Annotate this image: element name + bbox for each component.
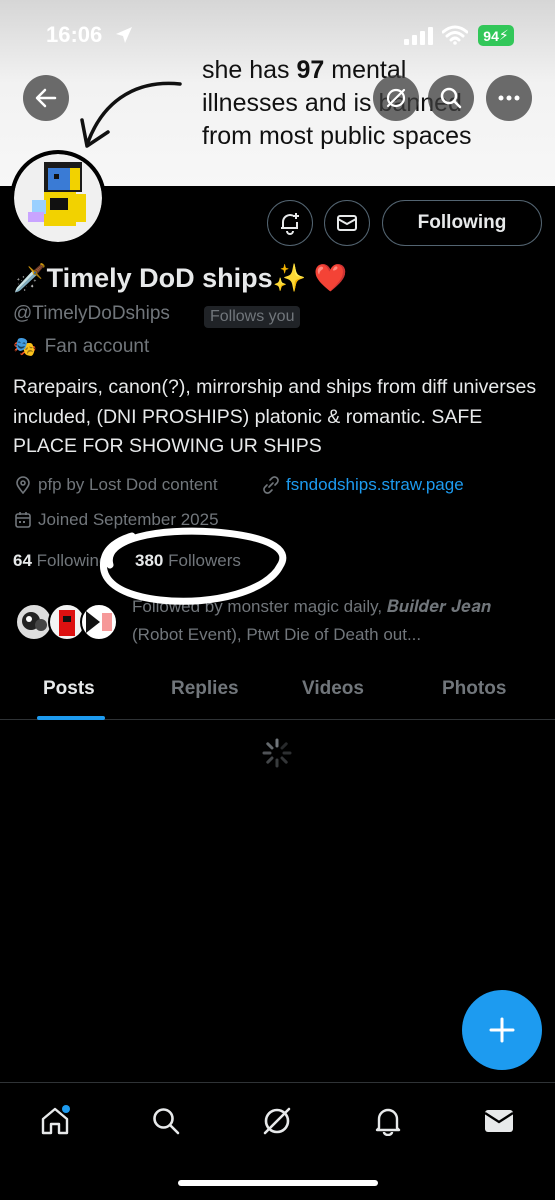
- nav-grok[interactable]: [257, 1101, 297, 1141]
- display-name: 🗡️Timely DoD ships✨ ❤️: [13, 263, 348, 293]
- nav-search[interactable]: [146, 1101, 186, 1141]
- following-button[interactable]: Following: [382, 200, 542, 246]
- search-icon: [153, 1108, 180, 1135]
- mail-icon: [337, 215, 357, 231]
- battery-indicator: 94 ⚡: [478, 25, 514, 46]
- back-arrow-icon: [35, 88, 57, 108]
- location-arrow-icon: [116, 27, 132, 43]
- link-icon: [263, 476, 279, 494]
- location-info: pfp by Lost Dod content: [14, 475, 218, 495]
- mail-icon: [484, 1110, 514, 1132]
- nav-home[interactable]: [35, 1101, 75, 1141]
- tab-videos[interactable]: Videos: [302, 678, 364, 700]
- more-icon: [498, 95, 520, 101]
- bell-plus-icon: [281, 213, 299, 235]
- compose-post-button[interactable]: [462, 990, 542, 1070]
- home-icon: [41, 1105, 70, 1135]
- more-button[interactable]: [486, 75, 532, 121]
- calendar-icon: [15, 512, 31, 528]
- search-icon: [440, 87, 462, 109]
- tab-replies[interactable]: Replies: [171, 678, 239, 700]
- tab-photos[interactable]: Photos: [442, 678, 506, 700]
- grok-icon: [386, 88, 406, 108]
- active-tab-indicator: [37, 716, 105, 720]
- theater-masks-icon: 🎭: [13, 337, 37, 358]
- followers-count[interactable]: 380 Followers: [135, 551, 241, 571]
- nav-notifications[interactable]: [368, 1101, 408, 1141]
- notify-bell-button[interactable]: [267, 200, 313, 246]
- follows-you-badge: Follows you: [204, 306, 301, 328]
- status-time: 16:06: [46, 22, 103, 47]
- profile-avatar[interactable]: [10, 150, 106, 246]
- location-pin-icon: [16, 476, 30, 494]
- loading-spinner-icon: [262, 738, 292, 768]
- back-button[interactable]: [23, 75, 69, 121]
- wifi-icon: [442, 25, 468, 45]
- grok-button[interactable]: [373, 75, 419, 121]
- joined-date: Joined September 2025: [14, 510, 219, 530]
- status-bar: 16:06 94 ⚡: [0, 0, 555, 70]
- profile-bio: Rarepairs, canon(?), mirrorship and ship…: [13, 376, 537, 457]
- bell-icon: [375, 1108, 401, 1136]
- nav-messages[interactable]: [479, 1101, 519, 1141]
- user-handle: @TimelyDoDships: [13, 303, 170, 324]
- avatar-image: [14, 154, 102, 242]
- profile-tabs: Posts Replies Videos Photos: [0, 666, 555, 720]
- follower-avatar: [80, 603, 118, 641]
- tab-posts[interactable]: Posts: [43, 678, 95, 700]
- grok-icon: [263, 1107, 291, 1135]
- banner-arrow-drawing: [80, 81, 182, 148]
- search-button[interactable]: [428, 75, 474, 121]
- avatar-character-drawing: [28, 162, 86, 226]
- cellular-signal-icon: [404, 27, 433, 45]
- home-indicator: [178, 1180, 378, 1186]
- profile-category: 🎭 Fan account: [13, 336, 150, 358]
- following-count[interactable]: 64 Following: [13, 551, 108, 571]
- plus-icon: [489, 1017, 515, 1043]
- website-link[interactable]: fsndodships.straw.page: [262, 475, 464, 495]
- followed-by-text[interactable]: Followed by monster magic daily, 𝑩𝒖𝒊𝒍𝒅𝒆𝒓…: [132, 593, 532, 649]
- message-button[interactable]: [324, 200, 370, 246]
